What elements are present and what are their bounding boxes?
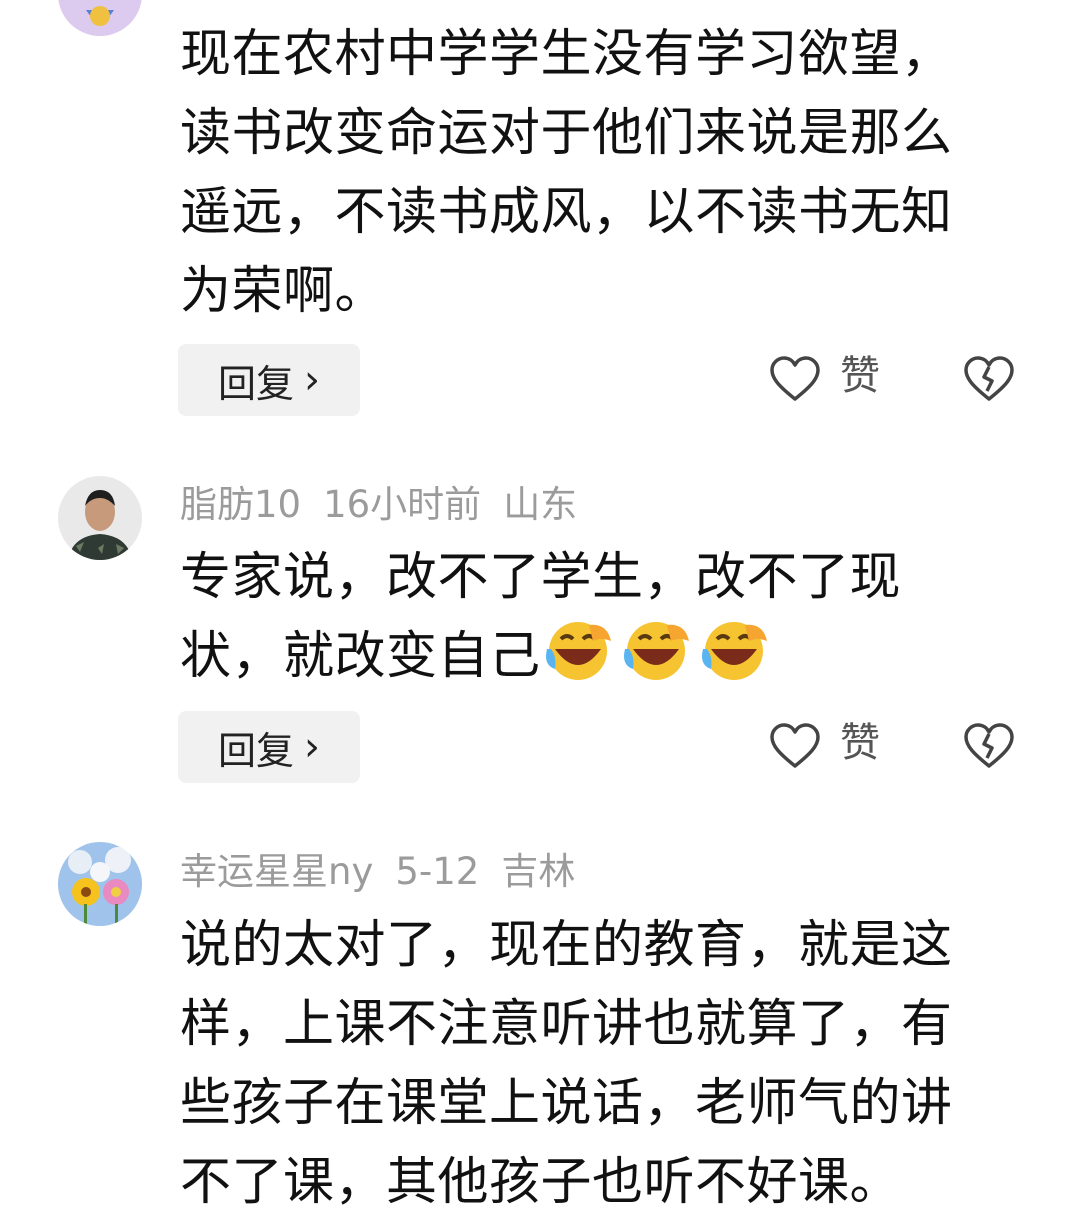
comment-line: 状，就改变自己 xyxy=(180,627,541,686)
comment-line-with-emoji: 状，就改变自己 xyxy=(180,617,1010,696)
avatar[interactable] xyxy=(58,842,142,926)
comment-text: 现在农村中学学生没有学习欲望， 读书改变命运对于他们来说是那么 遥远，不读书成风… xyxy=(180,15,1010,331)
timestamp: 5-12 xyxy=(395,850,480,893)
laugh-cry-emoji xyxy=(545,622,611,680)
avatar[interactable] xyxy=(58,0,142,36)
broken-heart-icon[interactable] xyxy=(962,722,1016,770)
comment-line: 样，上课不注意听讲也就算了，有 xyxy=(180,995,953,1054)
comment-line: 不了课，其他孩子也听不好课。 xyxy=(180,1153,902,1212)
comment-line: 专家说，改不了学生，改不了现 xyxy=(180,548,902,607)
heart-icon[interactable] xyxy=(768,722,822,770)
comment-line: 为荣啊。 xyxy=(180,262,387,321)
heart-icon[interactable] xyxy=(768,355,822,403)
comment-line: 现在农村中学学生没有学习欲望， xyxy=(180,25,953,84)
chevron-right-icon: › xyxy=(304,357,320,403)
avatar[interactable] xyxy=(58,476,142,560)
username[interactable]: 脂肪10 xyxy=(180,483,301,526)
comment-meta: 幸运星星ny 5-12 吉林 xyxy=(180,853,597,890)
comment-line: 些孩子在课堂上说话，老师气的讲 xyxy=(180,1074,953,1133)
laugh-cry-emoji xyxy=(623,622,689,680)
laugh-cry-emoji xyxy=(701,622,767,680)
timestamp: 16小时前 xyxy=(323,483,482,526)
comment-text: 说的太对了，现在的教育，就是这 样，上课不注意听讲也就算了，有 些孩子在课堂上说… xyxy=(180,906,1010,1222)
like-label[interactable]: 赞 xyxy=(840,356,880,396)
like-label[interactable]: 赞 xyxy=(840,723,880,763)
username[interactable]: 幸运星星ny xyxy=(180,850,373,893)
reply-button[interactable]: 回复 › xyxy=(178,711,360,783)
broken-heart-icon[interactable] xyxy=(962,355,1016,403)
comment-text: 专家说，改不了学生，改不了现 状，就改变自己 xyxy=(180,538,1010,696)
location: 山东 xyxy=(503,483,578,526)
location: 吉林 xyxy=(501,850,576,893)
comment-meta: 脂肪10 16小时前 山东 xyxy=(180,486,599,523)
chevron-right-icon: › xyxy=(304,724,320,770)
reply-label: 回复 xyxy=(217,361,294,406)
comment-line: 读书改变命运对于他们来说是那么 xyxy=(180,104,953,163)
comment-line: 遥远，不读书成风，以不读书无知 xyxy=(180,183,953,242)
reply-button[interactable]: 回复 › xyxy=(178,344,360,416)
comment-line: 说的太对了，现在的教育，就是这 xyxy=(180,916,953,975)
reply-label: 回复 xyxy=(217,728,294,773)
